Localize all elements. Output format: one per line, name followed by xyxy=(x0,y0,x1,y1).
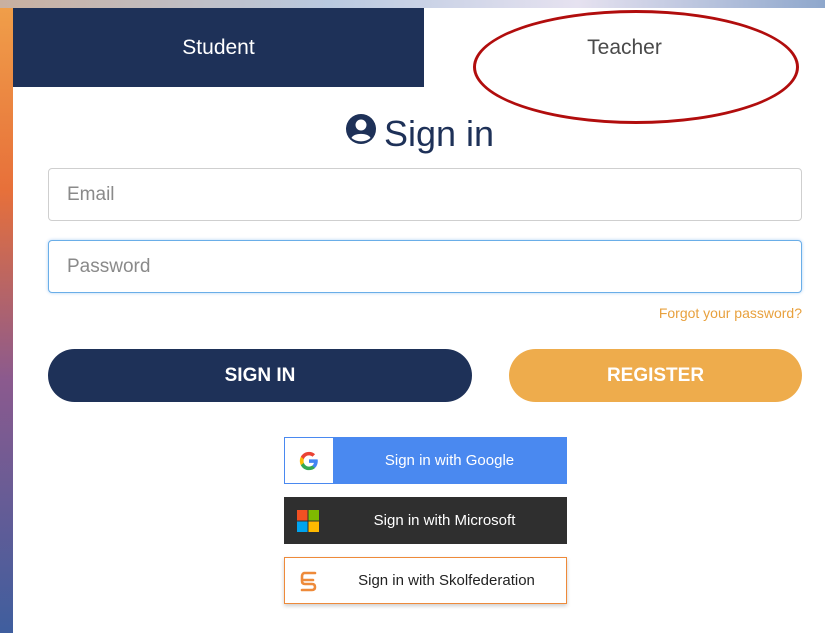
sign-in-button[interactable]: SIGN IN xyxy=(48,349,472,402)
forgot-password-link[interactable]: Forgot your password? xyxy=(659,305,802,321)
background-left xyxy=(0,0,14,633)
sign-in-button-label: SIGN IN xyxy=(224,364,296,386)
sign-in-google-button[interactable]: Sign in with Google xyxy=(284,437,567,484)
register-button-label: REGISTER xyxy=(606,364,705,386)
email-field[interactable] xyxy=(48,168,802,221)
tab-student[interactable]: Student xyxy=(13,8,424,87)
sign-in-skolfederation-button[interactable]: Sign in with Skolfederation xyxy=(284,557,567,604)
role-tabs: Student Teacher xyxy=(13,8,825,87)
sign-in-microsoft-button[interactable]: Sign in with Microsoft xyxy=(284,497,567,544)
sign-in-skolfederation-label: Sign in with Skolfederation xyxy=(358,572,535,589)
skolfederation-icon xyxy=(285,558,333,603)
sign-in-google-label: Sign in with Google xyxy=(384,452,515,469)
register-button[interactable]: REGISTER xyxy=(509,349,802,402)
sign-in-microsoft-label: Sign in with Microsoft xyxy=(373,512,516,529)
password-field[interactable] xyxy=(48,240,802,293)
tab-teacher[interactable]: Teacher xyxy=(424,8,825,87)
login-card: Student Teacher Sign in Forgot your pass… xyxy=(13,8,825,633)
microsoft-icon xyxy=(284,497,332,544)
tab-teacher-label: Teacher xyxy=(587,35,662,59)
page-title: Sign in xyxy=(13,112,825,155)
page-title-text: Sign in xyxy=(383,112,495,154)
google-icon xyxy=(285,438,333,483)
background-top xyxy=(0,0,825,8)
tab-student-label: Student xyxy=(182,35,255,59)
user-circle-icon xyxy=(344,112,378,155)
